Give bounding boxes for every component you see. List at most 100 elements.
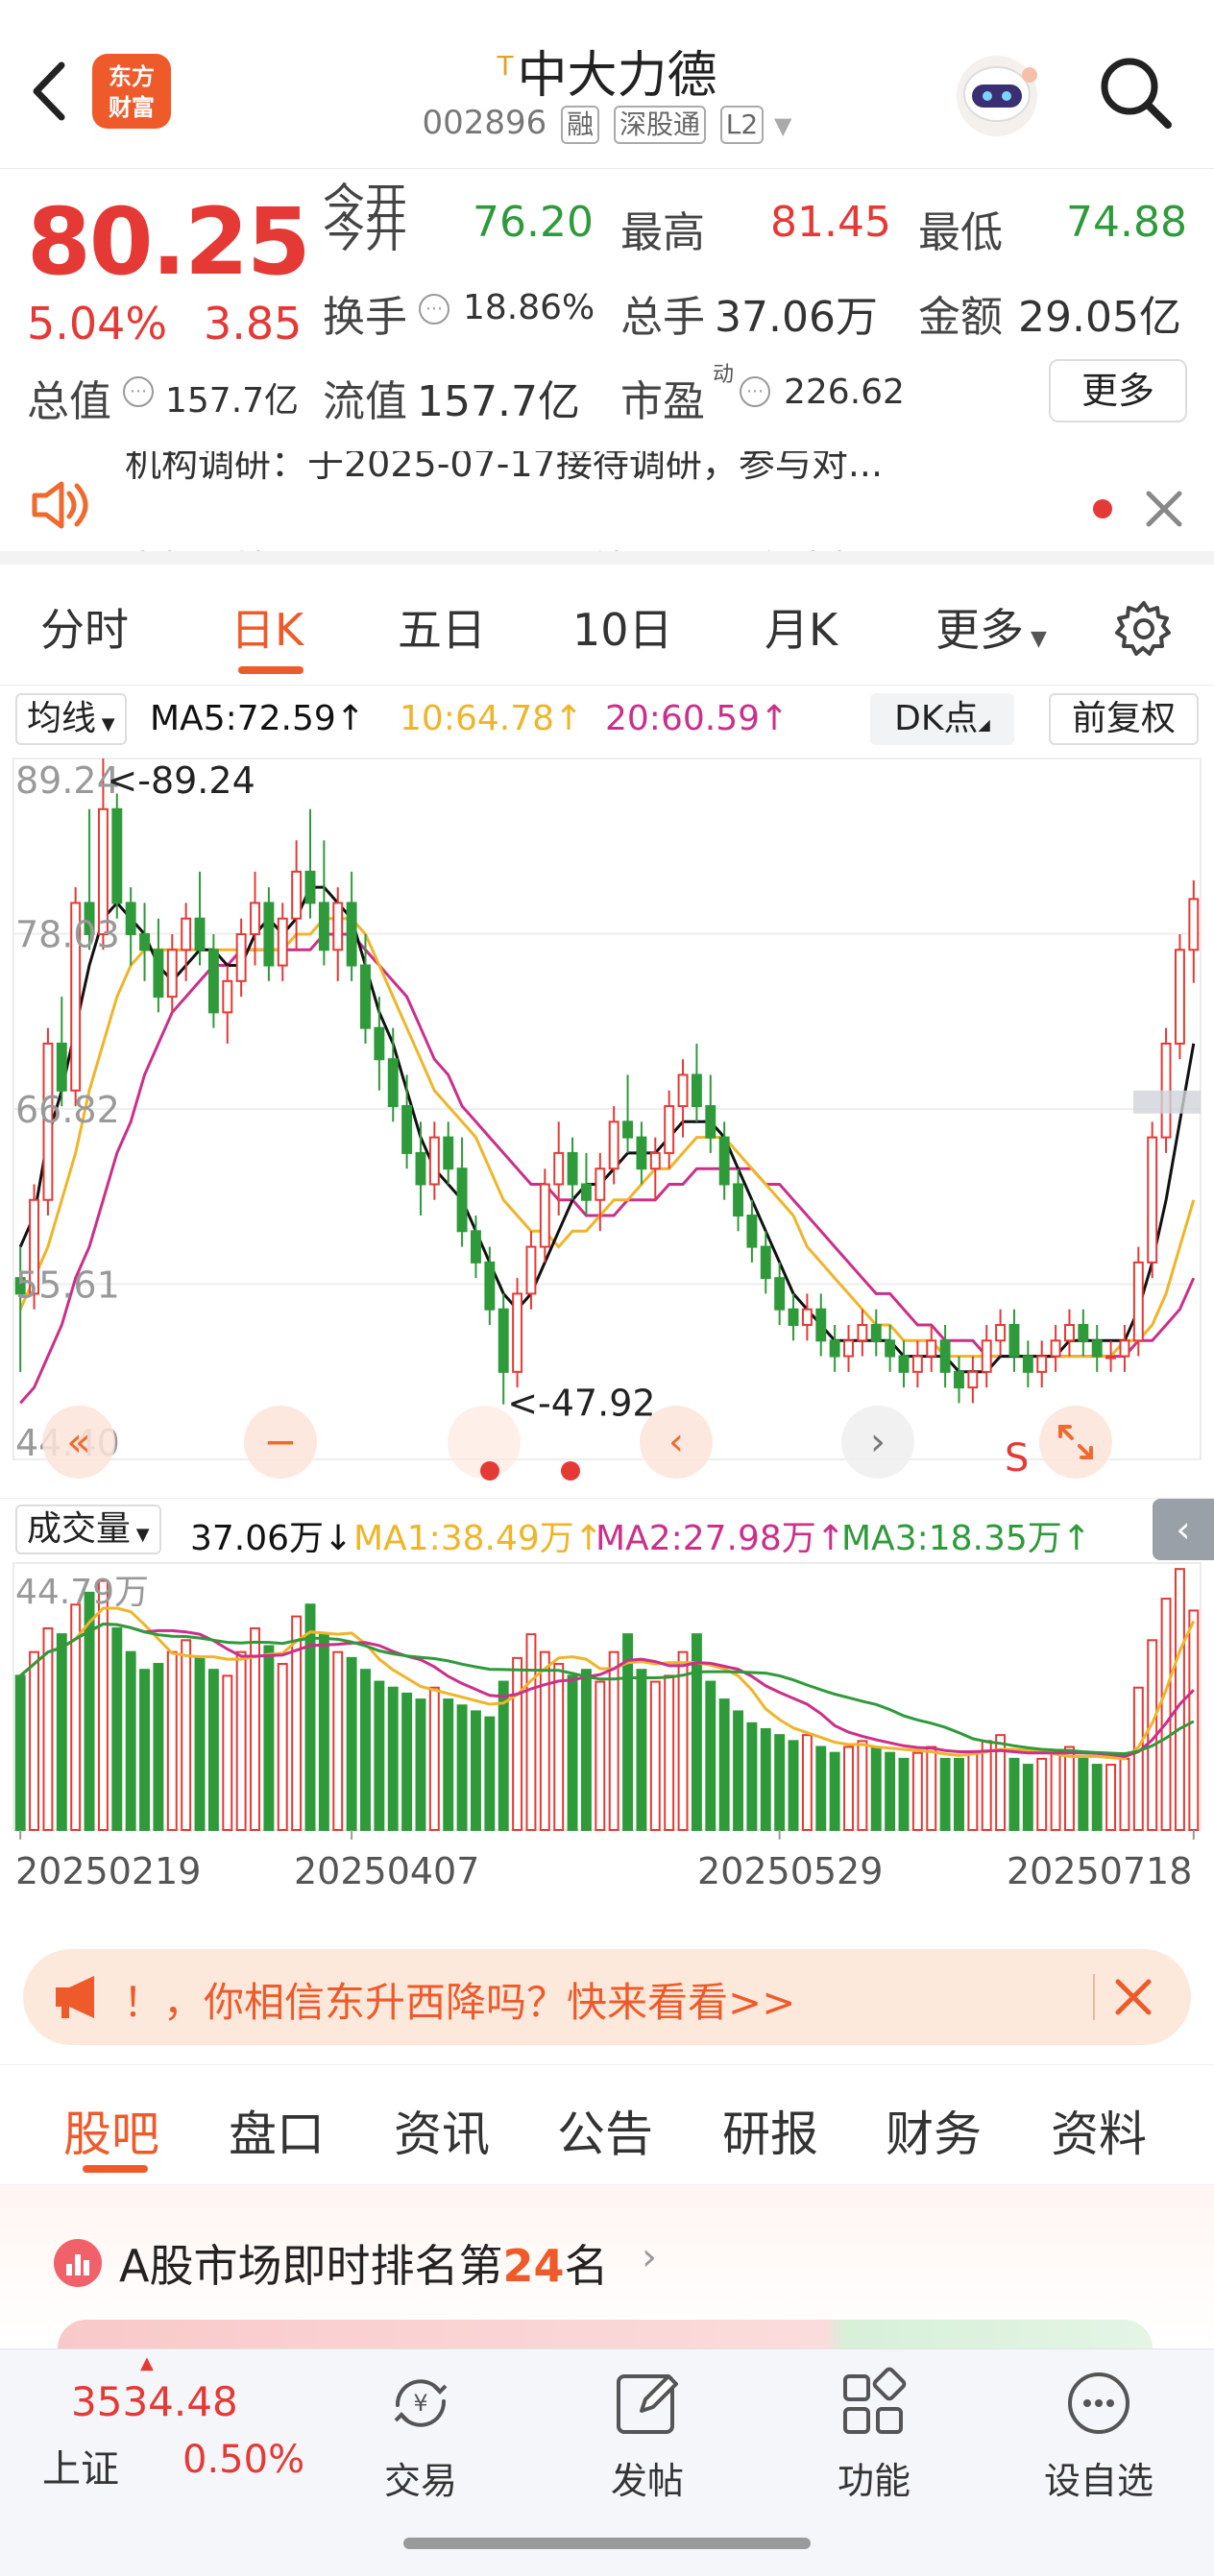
candle-body bbox=[250, 902, 260, 935]
candle-body bbox=[181, 917, 192, 951]
notice-ticker[interactable]: 机构调研：于2025-07-17接待调研，参与对... 中报预披露：于2025-… bbox=[0, 451, 1214, 565]
candle-body bbox=[774, 1277, 786, 1311]
index-name[interactable]: 上证 bbox=[42, 2438, 119, 2493]
info-icon[interactable]: ⋯ bbox=[740, 376, 770, 407]
tab-announcements[interactable]: 公告 bbox=[557, 2096, 653, 2165]
volume-bar bbox=[1050, 1751, 1061, 1831]
amount-value: 29.05亿 bbox=[1018, 293, 1181, 342]
prev-button[interactable]: ‹ bbox=[640, 1406, 713, 1479]
robot-avatar-icon[interactable] bbox=[949, 48, 1045, 140]
ranking-card[interactable]: A股市场即时排名第24名 › bbox=[0, 2185, 1214, 2348]
volume-bar bbox=[815, 1745, 827, 1831]
vol-ma2: MA2:27.98万↑ bbox=[595, 1519, 845, 1558]
info-icon[interactable]: ⋯ bbox=[123, 376, 154, 407]
info-icon[interactable]: ⋯ bbox=[419, 294, 449, 325]
nav-post[interactable]: 发帖 bbox=[551, 2359, 743, 2503]
candle bbox=[1050, 1324, 1061, 1372]
nav-functions[interactable]: 功能 bbox=[778, 2359, 970, 2503]
gear-icon[interactable] bbox=[1114, 599, 1174, 659]
currency-yuan-icon: ¥ bbox=[394, 2379, 448, 2427]
nav-trade[interactable]: ¥ 交易 bbox=[325, 2359, 517, 2503]
rewind-button[interactable]: « bbox=[42, 1406, 115, 1479]
volume-selector[interactable]: 成交量 ▼ bbox=[15, 1505, 161, 1554]
fullscreen-button[interactable] bbox=[1039, 1406, 1112, 1479]
event-dot[interactable] bbox=[561, 1461, 580, 1481]
notice-line-2: 中报预披露：于2025-08-26披露2025年中报 bbox=[125, 540, 868, 551]
tag-connect: 深股通 bbox=[613, 106, 706, 144]
index-value[interactable]: 3534.48 bbox=[71, 2378, 238, 2425]
candle-body bbox=[111, 807, 123, 904]
volume-bar bbox=[774, 1734, 786, 1831]
volume-chart[interactable]: 44.79万 20250219 20250407 20250529 20250718 bbox=[0, 1559, 1214, 1901]
next-button[interactable]: › bbox=[841, 1406, 914, 1479]
ma-selector-label: 均线 bbox=[27, 699, 97, 738]
candle-body bbox=[829, 1339, 840, 1358]
close-icon[interactable] bbox=[1143, 488, 1185, 530]
volume-bar bbox=[235, 1650, 247, 1831]
tab-ten-day[interactable]: 10日 bbox=[572, 595, 673, 659]
kline-chart[interactable]: 89.2478.0366.8255.6144.40<-89.24<-47.92S… bbox=[0, 749, 1214, 1498]
tab-financials[interactable]: 财务 bbox=[886, 2096, 982, 2165]
candle bbox=[664, 1090, 675, 1169]
more-dots-icon bbox=[1068, 2372, 1129, 2434]
tab-monthly-k[interactable]: 月K bbox=[765, 595, 838, 659]
home-indicator bbox=[403, 2538, 811, 2549]
close-icon[interactable] bbox=[1112, 1976, 1154, 2018]
change-percent: 5.04% bbox=[27, 298, 168, 349]
low-label: 最低 bbox=[918, 208, 1003, 257]
candle-body bbox=[346, 902, 357, 967]
volume-bar bbox=[153, 1663, 164, 1832]
volume-bar bbox=[677, 1650, 689, 1831]
tab-news[interactable]: 资讯 bbox=[394, 2096, 490, 2165]
candle-body bbox=[1188, 898, 1200, 951]
candle-body bbox=[1008, 1323, 1020, 1358]
ranking-text: A股市场即时排名第24名 bbox=[119, 2231, 608, 2295]
volume-bar bbox=[415, 1698, 426, 1831]
tab-orderbook[interactable]: 盘口 bbox=[229, 2096, 325, 2165]
ma5-line bbox=[18, 885, 1196, 1374]
event-dot[interactable] bbox=[480, 1461, 499, 1481]
candle-body bbox=[718, 1136, 730, 1186]
dk-button[interactable]: DK点◢ bbox=[870, 693, 1014, 745]
volume-bar bbox=[111, 1626, 123, 1832]
collapse-tab[interactable]: ‹ bbox=[1153, 1499, 1214, 1560]
candle-body bbox=[801, 1308, 813, 1326]
promo-banner[interactable]: ！，你相信东升西降吗？快来看看>> bbox=[23, 1949, 1191, 2045]
tab-forum[interactable]: 股吧 bbox=[63, 2096, 159, 2165]
volume-bar bbox=[843, 1745, 854, 1831]
corner-icon: ◢ bbox=[978, 715, 990, 734]
volume-bar bbox=[788, 1740, 799, 1831]
candle-body bbox=[443, 1136, 454, 1170]
candle bbox=[1174, 933, 1185, 1060]
volume-bar bbox=[981, 1740, 992, 1831]
volume-bar bbox=[718, 1698, 730, 1831]
tab-five-day[interactable]: 五日 bbox=[398, 595, 486, 659]
tab-profile[interactable]: 资料 bbox=[1051, 2096, 1147, 2165]
dk-label: DK点 bbox=[894, 699, 979, 738]
volume-bar bbox=[580, 1669, 592, 1831]
volume-bar bbox=[332, 1650, 344, 1831]
zoom-out-button[interactable]: − bbox=[244, 1406, 317, 1479]
candle-body bbox=[788, 1308, 799, 1326]
candle-body bbox=[746, 1215, 758, 1248]
volume-bar bbox=[1078, 1757, 1089, 1831]
volume-bar bbox=[664, 1674, 675, 1831]
x-tick-label: 20250718 bbox=[1007, 1850, 1192, 1892]
candle-body bbox=[691, 1073, 702, 1108]
candle-body bbox=[153, 949, 164, 999]
candle-body bbox=[277, 917, 288, 967]
search-icon[interactable] bbox=[1095, 52, 1176, 132]
more-button[interactable]: 更多 bbox=[1049, 359, 1187, 422]
tab-intraday[interactable]: 分时 bbox=[40, 595, 129, 659]
tab-more[interactable]: 更多 ▼ bbox=[935, 595, 1047, 659]
candle bbox=[318, 840, 329, 966]
candle-body bbox=[622, 1120, 634, 1139]
nav-watchlist[interactable]: 设自选 bbox=[1003, 2359, 1195, 2503]
ma-selector[interactable]: 均线 ▼ bbox=[15, 693, 127, 745]
tab-research[interactable]: 研报 bbox=[722, 2096, 818, 2165]
tab-daily-k[interactable]: 日K bbox=[231, 595, 304, 659]
adjust-button[interactable]: 前复权 bbox=[1049, 693, 1199, 745]
index-percent[interactable]: 0.50% bbox=[182, 2438, 304, 2482]
candle bbox=[567, 1137, 578, 1200]
volume-frame bbox=[12, 1562, 1202, 1831]
